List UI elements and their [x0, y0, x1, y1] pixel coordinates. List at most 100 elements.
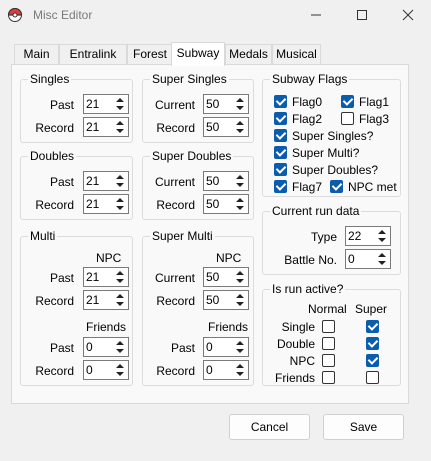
spin-up-icon[interactable] [233, 196, 247, 204]
flag1-checkbox[interactable] [341, 95, 354, 108]
spin-down-icon[interactable] [233, 181, 247, 189]
super-doubles-current-input[interactable] [206, 174, 232, 188]
spin-down-icon[interactable] [233, 300, 247, 308]
super-multi-friends-record-input[interactable] [206, 363, 232, 377]
npc-normal-checkbox[interactable] [322, 354, 335, 367]
super-singles-flag-checkbox[interactable] [274, 129, 287, 142]
tab-subway[interactable]: Subway [171, 42, 225, 66]
spin-up-icon[interactable] [233, 269, 247, 277]
spin-up-icon[interactable] [233, 96, 247, 104]
singles-record-spinbox[interactable] [83, 117, 129, 137]
super-multi-npc-current-input[interactable] [206, 270, 232, 284]
spin-down-icon[interactable] [233, 127, 247, 135]
super-doubles-current-spinbox[interactable] [203, 171, 249, 191]
spin-up-icon[interactable] [113, 119, 127, 127]
single-super-checkbox[interactable] [366, 320, 379, 333]
spin-down-icon[interactable] [233, 204, 247, 212]
super-doubles-record-input[interactable] [206, 197, 232, 211]
flag7-checkbox[interactable] [274, 180, 287, 193]
spin-up-icon[interactable] [113, 292, 127, 300]
singles-past-spinbox[interactable] [83, 94, 129, 114]
close-button[interactable] [385, 0, 431, 30]
run-type-spinbox[interactable] [345, 226, 391, 246]
multi-npc-past-input[interactable] [86, 270, 112, 284]
tab-entralink[interactable]: Entralink [59, 44, 127, 65]
spin-down-icon[interactable] [113, 300, 127, 308]
singles-past-input[interactable] [86, 97, 112, 111]
spin-down-icon[interactable] [113, 104, 127, 112]
cancel-button[interactable]: Cancel [229, 414, 310, 440]
super-singles-record-spinbox[interactable] [203, 117, 249, 137]
multi-npc-record-spinbox[interactable] [83, 290, 129, 310]
super-multi-friends-record-spinbox[interactable] [203, 360, 249, 380]
super-doubles-flag-checkbox[interactable] [274, 163, 287, 176]
multi-friends-past-input[interactable] [86, 340, 112, 354]
flag0-checkbox[interactable] [274, 95, 287, 108]
super-multi-npc-record-input[interactable] [206, 293, 232, 307]
spin-down-icon[interactable] [375, 236, 389, 244]
doubles-record-spinbox[interactable] [83, 194, 129, 214]
spin-up-icon[interactable] [113, 196, 127, 204]
spin-up-icon[interactable] [375, 251, 389, 259]
battle-no-spinbox[interactable] [345, 249, 391, 269]
super-singles-record-input[interactable] [206, 120, 232, 134]
flag2-checkbox[interactable] [274, 112, 287, 125]
super-multi-flag-checkbox[interactable] [274, 146, 287, 159]
singles-record-input[interactable] [86, 120, 112, 134]
maximize-button[interactable] [339, 0, 385, 30]
spin-up-icon[interactable] [233, 292, 247, 300]
spin-up-icon[interactable] [113, 339, 127, 347]
spin-down-icon[interactable] [233, 347, 247, 355]
super-multi-npc-record-spinbox[interactable] [203, 290, 249, 310]
multi-npc-record-input[interactable] [86, 293, 112, 307]
multi-friends-past-spinbox[interactable] [83, 337, 129, 357]
spin-down-icon[interactable] [375, 259, 389, 267]
multi-npc-past-spinbox[interactable] [83, 267, 129, 287]
super-multi-friends-past-input[interactable] [206, 340, 232, 354]
spin-up-icon[interactable] [113, 362, 127, 370]
spin-down-icon[interactable] [113, 181, 127, 189]
double-super-checkbox[interactable] [366, 337, 379, 350]
spin-up-icon[interactable] [233, 362, 247, 370]
single-normal-checkbox[interactable] [322, 320, 335, 333]
spin-down-icon[interactable] [113, 347, 127, 355]
npc-met-checkbox[interactable] [330, 180, 343, 193]
tab-medals[interactable]: Medals [225, 44, 272, 65]
spin-down-icon[interactable] [113, 370, 127, 378]
save-button[interactable]: Save [323, 414, 404, 440]
npc-super-checkbox[interactable] [366, 354, 379, 367]
multi-friends-record-input[interactable] [86, 363, 112, 377]
spin-up-icon[interactable] [233, 339, 247, 347]
spin-down-icon[interactable] [113, 127, 127, 135]
doubles-past-input[interactable] [86, 174, 112, 188]
spin-down-icon[interactable] [113, 277, 127, 285]
spin-up-icon[interactable] [113, 269, 127, 277]
spin-down-icon[interactable] [233, 104, 247, 112]
multi-friends-record-spinbox[interactable] [83, 360, 129, 380]
flag3-checkbox[interactable] [341, 112, 354, 125]
friends-normal-checkbox[interactable] [322, 371, 335, 384]
spin-up-icon[interactable] [233, 173, 247, 181]
super-multi-npc-current-spinbox[interactable] [203, 267, 249, 287]
tab-musical[interactable]: Musical [272, 44, 321, 65]
tab-forest[interactable]: Forest [127, 44, 173, 65]
spin-down-icon[interactable] [233, 277, 247, 285]
minimize-button[interactable] [293, 0, 339, 30]
battle-no-input[interactable] [348, 252, 374, 266]
run-type-input[interactable] [348, 229, 374, 243]
doubles-past-spinbox[interactable] [83, 171, 129, 191]
super-multi-friends-past-spinbox[interactable] [203, 337, 249, 357]
spin-up-icon[interactable] [113, 96, 127, 104]
tab-main[interactable]: Main [14, 44, 59, 65]
super-singles-current-input[interactable] [206, 97, 232, 111]
super-singles-current-spinbox[interactable] [203, 94, 249, 114]
spin-up-icon[interactable] [375, 228, 389, 236]
spin-down-icon[interactable] [113, 204, 127, 212]
double-normal-checkbox[interactable] [322, 337, 335, 350]
spin-up-icon[interactable] [113, 173, 127, 181]
spin-down-icon[interactable] [233, 370, 247, 378]
friends-super-checkbox[interactable] [366, 371, 379, 384]
doubles-record-input[interactable] [86, 197, 112, 211]
spin-up-icon[interactable] [233, 119, 247, 127]
super-doubles-record-spinbox[interactable] [203, 194, 249, 214]
